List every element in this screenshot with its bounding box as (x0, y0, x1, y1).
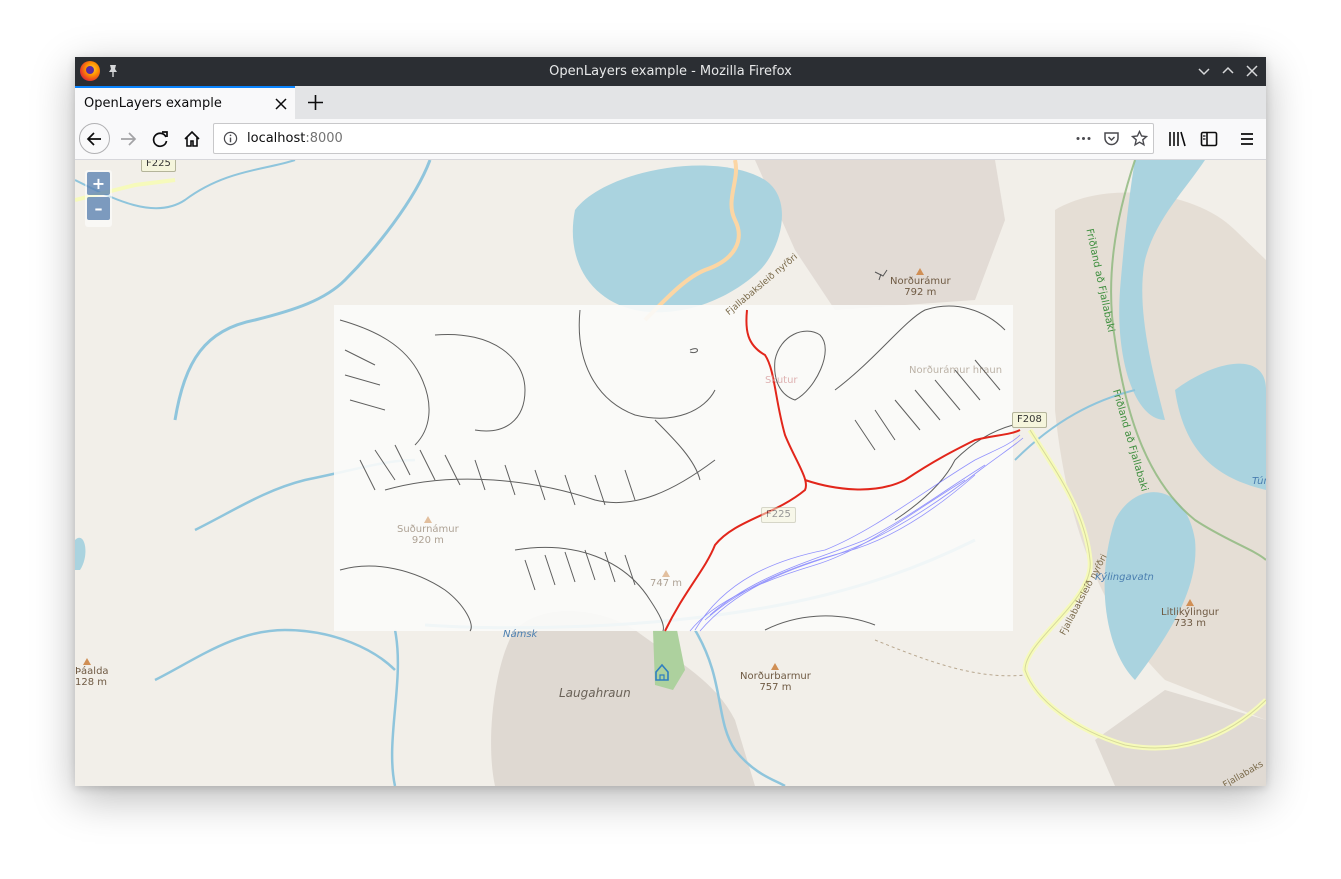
page-actions-icon[interactable] (1075, 131, 1092, 146)
water-label-namskv: Námsk (503, 629, 538, 640)
peak-marker-icon (662, 570, 670, 577)
tab-strip: OpenLayers example (75, 86, 1266, 119)
peak-label-sudurnamur: Suðurnámur 920 m (397, 516, 459, 546)
overlay-label-skutur: Skutur (765, 375, 798, 386)
bookmark-star-icon[interactable] (1131, 130, 1148, 147)
back-button[interactable] (79, 123, 110, 154)
road-shield-f225-faded: F225 (761, 507, 796, 523)
pocket-icon[interactable] (1103, 130, 1120, 147)
map-canvas[interactable] (75, 160, 1266, 786)
peak-name: Suðurnámur (397, 524, 459, 535)
peak-marker-icon (423, 516, 432, 523)
forward-arrow-icon[interactable] (118, 129, 138, 149)
minimize-icon[interactable] (1196, 63, 1212, 79)
url-bar[interactable]: localhost:8000 (213, 123, 1154, 154)
tab-title: OpenLayers example (84, 96, 222, 111)
title-bar: OpenLayers example - Mozilla Firefox (75, 57, 1266, 86)
library-icon[interactable] (1167, 129, 1187, 149)
hamburger-menu-icon[interactable] (1237, 129, 1257, 149)
peak-marker-icon (771, 663, 780, 670)
sidebar-icon[interactable] (1199, 129, 1219, 149)
new-tab-icon[interactable] (307, 94, 324, 111)
peak-label-nordurnamur: Norðurámur 792 m (890, 268, 951, 298)
zoom-in-button[interactable]: + (87, 172, 110, 195)
peak-label-thaalda: Þáalda 128 m (75, 658, 109, 688)
peak-name: Norðurámur (890, 276, 951, 287)
peak-marker-icon (83, 658, 91, 665)
url-port: :8000 (305, 131, 343, 146)
navigation-toolbar: localhost:8000 (75, 119, 1266, 160)
map-viewport[interactable]: + – F225 F208 F225 Norðurámur 792 m Suðu… (75, 160, 1266, 786)
peak-label-litlikylingur: Litlikýlingur 733 m (1161, 599, 1219, 629)
area-label-laugahraun: Laugahraun (559, 686, 631, 700)
peak-elevation: 792 m (904, 287, 937, 298)
peak-name: Norðurbarmur (740, 671, 811, 682)
maximize-icon[interactable] (1220, 63, 1236, 79)
peak-name: Þáalda (75, 666, 109, 677)
water-label-kylingavatn: Kýlingavatn (1095, 572, 1154, 583)
peak-label-747: 747 m (650, 570, 682, 589)
window-title: OpenLayers example - Mozilla Firefox (549, 64, 792, 79)
back-arrow-icon (86, 132, 101, 146)
tab-openlayers[interactable]: OpenLayers example (75, 86, 295, 119)
url-host: localhost (247, 131, 306, 146)
peak-name: Litlikýlingur (1161, 607, 1219, 618)
road-shield-f225-top: F225 (141, 160, 176, 172)
browser-window: OpenLayers example - Mozilla Firefox Ope… (75, 57, 1266, 786)
peak-marker-icon (916, 268, 925, 275)
water-label-tun: Tún (1252, 476, 1266, 487)
peak-elevation: 757 m (759, 682, 792, 693)
peak-label-nordurbarmur: Norðurbarmur 757 m (740, 663, 811, 693)
home-icon[interactable] (182, 129, 202, 149)
road-shield-f208: F208 (1012, 412, 1047, 428)
zoom-out-button[interactable]: – (87, 197, 110, 220)
reload-icon[interactable] (150, 129, 170, 149)
window-close-icon[interactable] (1244, 63, 1260, 79)
peak-elevation: 920 m (411, 535, 444, 546)
peak-elevation: 747 m (650, 578, 683, 589)
url-text: localhost:8000 (247, 124, 343, 153)
peak-marker-icon (1185, 599, 1194, 606)
overlay-label-faded-area: Norðurámur hraun (909, 365, 1003, 376)
peak-elevation: 733 m (1173, 618, 1206, 629)
close-tab-icon[interactable] (274, 97, 288, 111)
peak-elevation: 128 m (75, 677, 108, 688)
site-info-icon[interactable] (223, 131, 238, 146)
zoom-control: + – (85, 170, 112, 227)
